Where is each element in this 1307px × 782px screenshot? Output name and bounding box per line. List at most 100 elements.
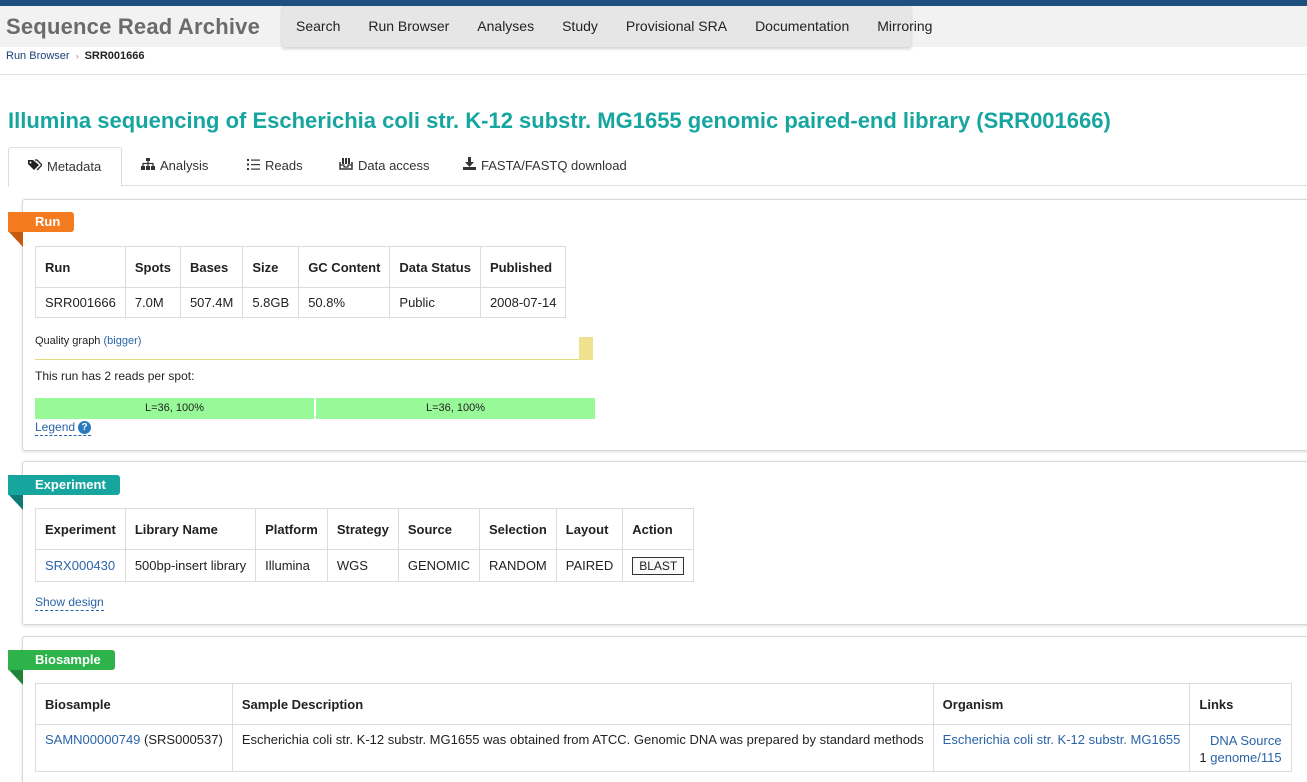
col-size: Size <box>242 246 300 288</box>
table-row: SAMN00000749 (SRS000537) Escherichia col… <box>35 724 1292 772</box>
col-experiment: Experiment <box>35 508 126 550</box>
cell-strategy: WGS <box>326 549 399 582</box>
quality-graph-thumbnail[interactable] <box>579 337 593 360</box>
cell-platform: Illumina <box>255 549 328 582</box>
tab-metadata[interactable]: Metadata <box>8 147 122 187</box>
cell-spots: 7.0M <box>124 287 181 318</box>
col-sample-description: Sample Description <box>231 683 934 725</box>
download-icon <box>463 157 476 170</box>
header-divider <box>0 74 1307 75</box>
col-bases: Bases <box>179 246 244 288</box>
tab-fasta-download-label: FASTA/FASTQ download <box>481 158 627 173</box>
biosample-ribbon-fold <box>9 670 23 685</box>
col-published: Published <box>479 246 567 288</box>
tab-metadata-label: Metadata <box>47 159 102 174</box>
cell-source: GENOMIC <box>397 549 480 582</box>
srs-id: (SRS000537) <box>144 732 223 747</box>
cell-layout: PAIRED <box>555 549 624 582</box>
legend-label: Legend <box>35 420 76 434</box>
col-spots: Spots <box>124 246 181 288</box>
dna-source-link[interactable]: DNA Source <box>1210 733 1282 748</box>
breadcrumb-run-browser[interactable]: Run Browser <box>6 50 70 62</box>
col-links: Links <box>1189 683 1292 725</box>
quality-graph-label: Quality graph (bigger) <box>35 335 141 347</box>
quality-graph-text: Quality graph <box>35 335 101 347</box>
col-layout: Layout <box>555 508 624 550</box>
col-selection: Selection <box>478 508 557 550</box>
main-nav: Search Run Browser Analyses Study Provis… <box>282 6 932 47</box>
nav-mirroring[interactable]: Mirroring <box>863 6 946 47</box>
cell-run: SRR001666 <box>35 287 126 318</box>
genome-link[interactable]: genome/115 <box>1210 750 1281 765</box>
question-circle-icon: ? <box>78 421 92 434</box>
col-organism: Organism <box>932 683 1191 725</box>
col-source: Source <box>397 508 480 550</box>
col-run: Run <box>35 246 126 288</box>
experiment-table: Experiment Library Name Platform Strateg… <box>35 508 695 582</box>
blast-button[interactable]: BLAST <box>632 556 685 575</box>
tab-reads-label: Reads <box>265 158 303 173</box>
nav-analyses[interactable]: Analyses <box>463 6 548 47</box>
read-bar-1: L=36, 100% <box>35 398 314 419</box>
quality-graph-bigger-link[interactable]: (bigger) <box>104 335 142 347</box>
tab-fasta-download[interactable]: FASTA/FASTQ download <box>463 147 627 186</box>
links-item-dna-source: DNA Source <box>1199 732 1282 749</box>
show-design-link[interactable]: Show design <box>35 595 104 611</box>
tab-data-access[interactable]: Data access <box>339 147 430 186</box>
organism-link[interactable]: Escherichia coli str. K-12 substr. MG165… <box>943 732 1181 747</box>
biosample-table-header: Biosample Sample Description Organism Li… <box>35 683 1292 725</box>
breadcrumb-chevron-icon: › <box>75 51 79 61</box>
cell-library-name: 500bp-insert library <box>124 549 257 582</box>
nav-documentation[interactable]: Documentation <box>741 6 863 47</box>
cell-published: 2008-07-14 <box>479 287 567 318</box>
page-title: Illumina sequencing of Escherichia coli … <box>8 108 1111 133</box>
quality-graph-line <box>35 359 583 360</box>
experiment-ribbon: Experiment <box>8 475 120 495</box>
experiment-ribbon-fold <box>9 495 23 510</box>
nav-provisional-sra[interactable]: Provisional SRA <box>612 6 741 47</box>
links-prefix: 1 <box>1199 750 1207 765</box>
col-biosample: Biosample <box>35 683 233 725</box>
tab-analysis[interactable]: Analysis <box>141 147 208 186</box>
reads-per-spot-text: This run has 2 reads per spot: <box>35 369 195 383</box>
cell-biosample: SAMN00000749 (SRS000537) <box>35 724 233 772</box>
site-brand[interactable]: Sequence Read Archive <box>6 14 260 40</box>
experiment-link[interactable]: SRX000430 <box>45 558 115 573</box>
biosample-link[interactable]: SAMN00000749 <box>45 732 140 747</box>
col-data-status: Data Status <box>389 246 481 288</box>
biosample-table: Biosample Sample Description Organism Li… <box>35 683 1292 772</box>
read-bar-2: L=36, 100% <box>316 398 595 419</box>
cell-links: DNA Source 1 genome/115 <box>1189 724 1292 772</box>
nav-search[interactable]: Search <box>282 6 354 47</box>
legend-link[interactable]: Legend? <box>35 420 92 436</box>
run-table: Run Spots Bases Size GC Content Data Sta… <box>35 246 567 318</box>
cell-sample-description: Escherichia coli str. K-12 substr. MG165… <box>231 724 934 772</box>
experiment-table-header: Experiment Library Name Platform Strateg… <box>35 508 695 550</box>
run-ribbon-fold <box>9 232 23 247</box>
run-ribbon: Run <box>8 212 75 232</box>
col-strategy: Strategy <box>326 508 399 550</box>
table-row: SRX000430 500bp-insert library Illumina … <box>35 549 695 582</box>
cell-data-status: Public <box>389 287 481 318</box>
col-action: Action <box>622 508 695 550</box>
sitemap-icon <box>141 158 155 170</box>
breadcrumb: Run Browser › SRR001666 <box>6 50 145 62</box>
tab-data-access-label: Data access <box>358 158 430 173</box>
tab-reads[interactable]: Reads <box>247 147 303 186</box>
tab-analysis-label: Analysis <box>160 158 209 173</box>
cell-selection: RANDOM <box>478 549 557 582</box>
col-gc-content: GC Content <box>298 246 391 288</box>
list-icon <box>247 159 260 170</box>
tab-bar: Metadata Analysis Reads Data access FAST… <box>8 147 1307 187</box>
col-library-name: Library Name <box>124 508 257 550</box>
biosample-ribbon: Biosample <box>8 650 115 670</box>
breadcrumb-current: SRR001666 <box>84 50 145 62</box>
col-platform: Platform <box>255 508 328 550</box>
nav-run-browser[interactable]: Run Browser <box>354 6 463 47</box>
cell-gc-content: 50.8% <box>298 287 391 318</box>
nav-study[interactable]: Study <box>548 6 612 47</box>
cell-bases: 507.4M <box>179 287 244 318</box>
inbox-icon <box>339 158 353 170</box>
table-row: SRR001666 7.0M 507.4M 5.8GB 50.8% Public… <box>35 287 567 318</box>
tags-icon <box>28 159 42 171</box>
